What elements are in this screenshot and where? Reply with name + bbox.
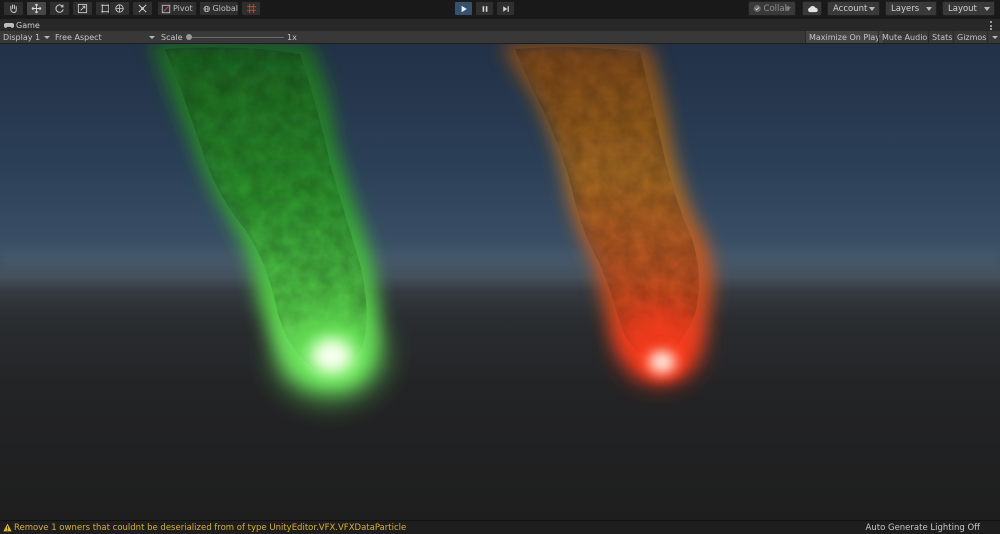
move-icon (31, 3, 42, 14)
collab-dropdown[interactable]: Collab (748, 1, 796, 16)
game-view-toolbar: Display 1 Free Aspect Scale 1x Maximize … (0, 31, 1000, 44)
scale-tool-button[interactable] (72, 1, 93, 16)
vfx-smoke-scene (0, 44, 1000, 401)
chevron-down-icon (869, 7, 875, 11)
pivot-toggle[interactable]: Pivot (157, 1, 197, 16)
chevron-down-icon (992, 35, 998, 39)
custom-tool-button[interactable] (132, 1, 153, 16)
pivot-icon (161, 4, 171, 13)
display-label: Display 1 (3, 32, 41, 42)
custom-tools-icon (138, 4, 147, 13)
gizmos-dropdown[interactable] (987, 31, 1000, 43)
green-smoke-plume (150, 44, 385, 401)
scale-value: 1x (287, 32, 297, 42)
maximize-on-play-toggle[interactable]: Maximize On Play (805, 31, 884, 43)
scale-icon (77, 3, 88, 14)
console-message[interactable]: Remove 1 owners that couldnt be deserial… (14, 523, 406, 533)
transform-tool-button[interactable] (109, 1, 130, 16)
stats-toggle[interactable]: Stats (928, 31, 955, 43)
cloud-icon (807, 5, 818, 12)
scale-label: Scale (161, 32, 183, 42)
auto-lighting-status[interactable]: Auto Generate Lighting Off (866, 523, 980, 533)
aspect-dropdown[interactable]: Free Aspect (55, 31, 155, 43)
pivot-label: Pivot (173, 4, 193, 13)
scale-slider-track[interactable] (190, 37, 284, 38)
play-button[interactable] (454, 1, 473, 16)
move-tool-button[interactable] (26, 1, 47, 16)
chevron-down-icon (984, 7, 990, 11)
hand-icon (10, 4, 17, 14)
play-icon (461, 5, 467, 12)
global-label: Global (212, 4, 238, 13)
layout-label: Layout (948, 3, 977, 14)
mute-audio-toggle[interactable]: Mute Audio (878, 31, 930, 43)
display-dropdown[interactable]: Display 1 (3, 31, 51, 43)
tab-bar: Game (0, 18, 1000, 31)
chevron-down-icon (149, 36, 155, 39)
cloud-button[interactable] (802, 1, 822, 16)
account-label: Account (833, 3, 868, 14)
warning-icon (3, 523, 12, 532)
pause-button[interactable] (475, 1, 494, 16)
main-toolbar: Pivot Global Collab Account Layers Layou… (0, 0, 1000, 18)
step-button[interactable] (496, 1, 515, 16)
layers-dropdown[interactable]: Layers (885, 1, 937, 16)
rotate-icon (55, 4, 64, 13)
game-view-render[interactable] (0, 44, 1000, 520)
status-bar: Remove 1 owners that couldnt be deserial… (0, 520, 1000, 534)
snap-grid-button[interactable] (241, 1, 261, 16)
grid-snap-icon (246, 3, 256, 14)
chevron-down-icon (44, 35, 51, 39)
hand-tool-button[interactable] (3, 1, 24, 16)
scale-slider-handle[interactable] (186, 34, 192, 40)
layout-dropdown[interactable]: Layout (942, 1, 995, 16)
global-toggle[interactable]: Global (199, 1, 239, 16)
pause-icon (482, 5, 487, 12)
account-dropdown[interactable]: Account (827, 1, 880, 16)
gizmos-toggle[interactable]: Gizmos (953, 31, 986, 43)
tab-game-label: Game (16, 20, 40, 30)
layers-label: Layers (891, 3, 920, 14)
tab-game[interactable]: Game (4, 19, 40, 31)
chevron-down-icon (926, 7, 932, 11)
rotate-tool-button[interactable] (49, 1, 70, 16)
orange-smoke-plume (500, 44, 714, 384)
gizmos-label: Gizmos (957, 32, 987, 42)
more-options-icon[interactable] (990, 21, 993, 30)
aspect-label: Free Aspect (55, 32, 102, 42)
transform-icon (115, 4, 124, 13)
step-icon (502, 5, 509, 12)
globe-icon (203, 5, 210, 12)
collab-icon (753, 4, 761, 13)
gamepad-icon (4, 22, 14, 28)
